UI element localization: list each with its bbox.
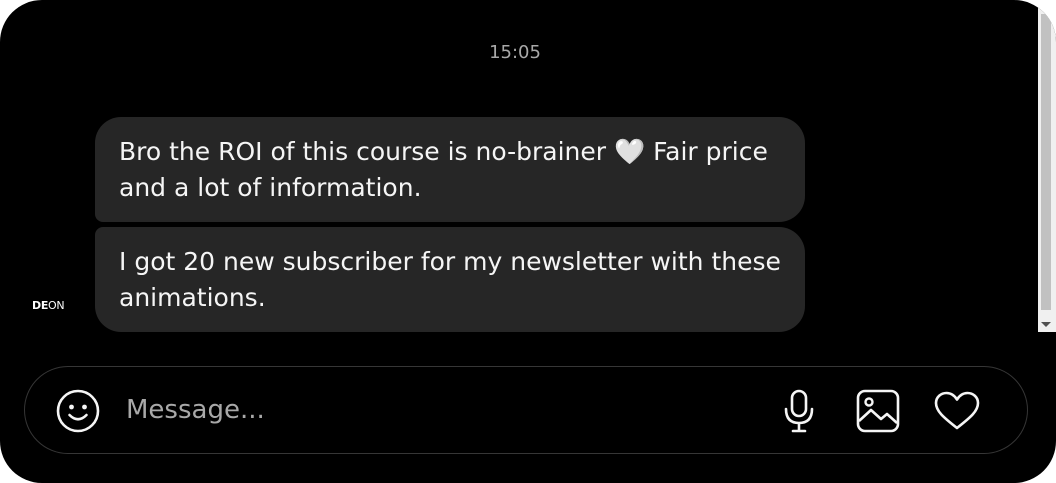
message-bubble[interactable]: I got 20 new subscriber for my newslette… [95,227,805,332]
image-icon[interactable] [855,388,901,434]
emoji-icon[interactable] [55,388,101,434]
message-composer[interactable]: Message... [24,366,1028,454]
chat-window: 15:05 Bro the ROI of this course is no-b… [0,0,1056,483]
message-input[interactable]: Message... [126,394,265,426]
avatar-logo-regular: ON [48,299,65,312]
avatar-logo-bold: DE [32,299,49,312]
microphone-icon[interactable] [780,388,818,434]
scroll-down-arrow-icon[interactable] [1041,322,1051,327]
message-text: Bro the ROI of this course is no-brainer… [119,137,768,202]
scrollbar[interactable] [1038,0,1056,332]
avatar[interactable]: DEON [32,299,65,312]
scrollbar-thumb[interactable] [1041,14,1051,310]
heart-icon[interactable] [933,391,981,431]
message-bubble[interactable]: Bro the ROI of this course is no-brainer… [95,117,805,222]
message-timestamp: 15:05 [489,42,541,63]
message-text: I got 20 new subscriber for my newslette… [119,247,781,312]
